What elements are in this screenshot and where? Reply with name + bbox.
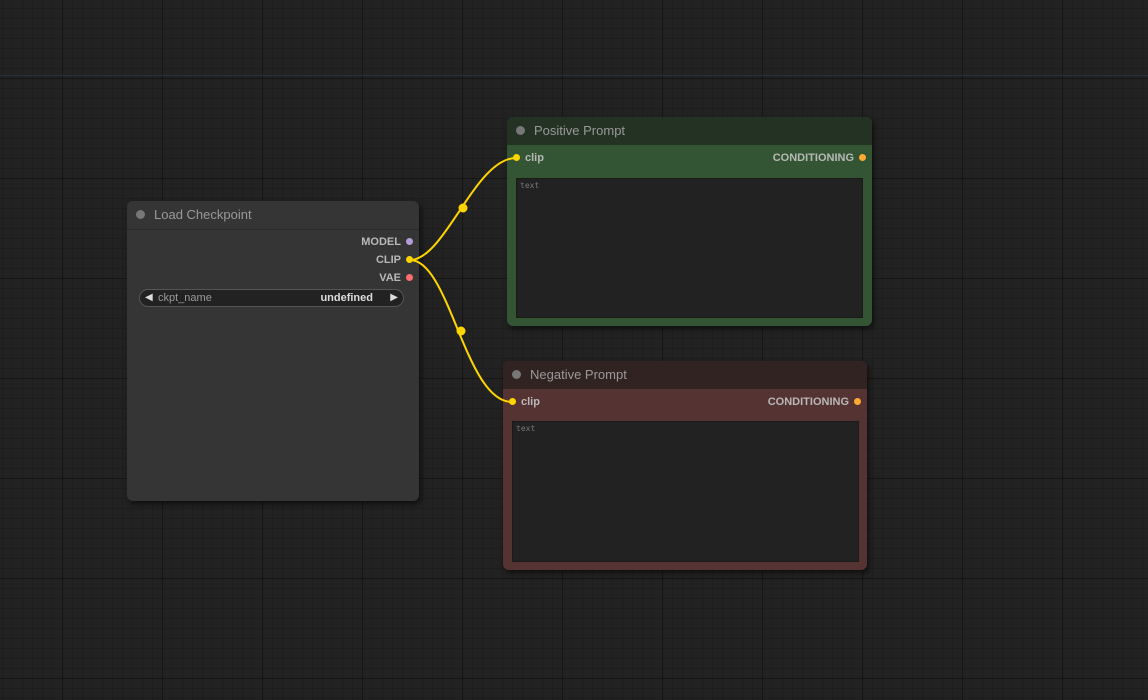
link-layer: [409, 157, 517, 403]
link-center-marker[interactable]: [456, 326, 466, 336]
graph-canvas[interactable]: Load Checkpoint MODEL CLIP VAE ◀ ckpt_na…: [0, 0, 1148, 700]
link-center-marker[interactable]: [458, 203, 468, 213]
